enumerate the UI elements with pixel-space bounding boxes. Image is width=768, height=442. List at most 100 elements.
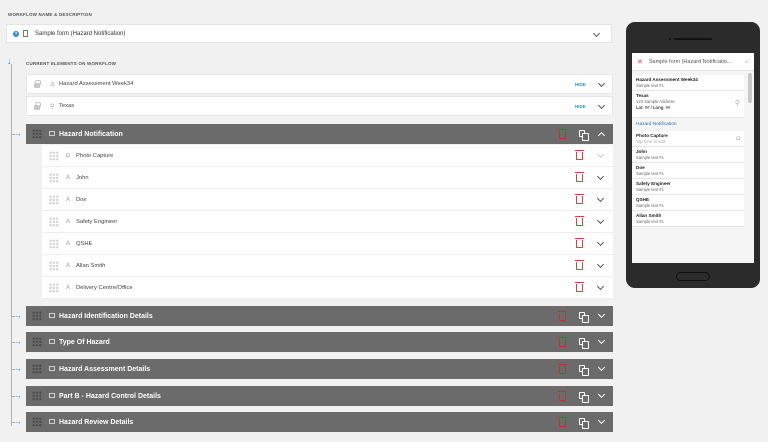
chevron-up-icon[interactable]	[597, 131, 606, 140]
chevron-down-icon[interactable]	[596, 260, 605, 269]
workflow-name: Sample form (Hazard Notification)	[35, 30, 126, 37]
chevron-down-icon[interactable]	[596, 194, 605, 203]
group-part-b[interactable]: Part B - Hazard Control Details	[26, 386, 613, 406]
delete-icon[interactable]	[575, 194, 584, 204]
field-row[interactable]: A Allan Smith	[42, 255, 613, 277]
chevron-down-icon[interactable]	[597, 310, 606, 319]
phone-screen: ✕ Sample form (Hazard Notificatio... ✓ H…	[632, 53, 754, 263]
copy-icon[interactable]	[579, 312, 589, 323]
delete-icon[interactable]	[558, 129, 567, 139]
group-title: Part B - Hazard Control Details	[59, 392, 161, 400]
copy-icon[interactable]	[579, 365, 589, 376]
group-hazard-notification[interactable]: Hazard Notification	[26, 124, 613, 144]
preview-item-title: John	[636, 149, 647, 154]
close-icon[interactable]: ✕	[637, 58, 643, 66]
chevron-down-icon[interactable]	[596, 150, 605, 159]
delete-icon[interactable]	[558, 417, 567, 427]
field-row[interactable]: A Safety Engineer	[42, 211, 613, 233]
chevron-down-icon[interactable]	[597, 101, 606, 110]
delete-icon[interactable]	[575, 172, 584, 182]
drag-handle-icon[interactable]	[32, 364, 42, 374]
delete-icon[interactable]	[558, 364, 567, 374]
preview-item[interactable]: Photo Capture Tap here to add ◘	[632, 131, 744, 147]
copy-icon[interactable]	[579, 418, 589, 429]
field-label: John	[76, 174, 89, 181]
group-hazard-identification[interactable]: Hazard Identification Details	[26, 306, 613, 326]
field-label: Delivery Centre/Office	[76, 284, 133, 291]
drag-handle-icon[interactable]	[49, 173, 59, 183]
workflow-section-label: WORKFLOW NAME & DESCRIPTION	[8, 12, 92, 17]
arrow-right-icon: →	[11, 129, 22, 138]
drag-handle-icon[interactable]	[49, 261, 59, 271]
arrow-right-icon: →	[11, 311, 22, 320]
delete-icon[interactable]	[575, 260, 584, 270]
group-title: Hazard Identification Details	[59, 312, 153, 320]
drag-handle-icon[interactable]	[49, 195, 59, 205]
delete-icon[interactable]	[575, 150, 584, 160]
delete-icon[interactable]	[558, 337, 567, 347]
copy-icon[interactable]	[579, 130, 589, 141]
copy-icon[interactable]	[579, 392, 589, 403]
chevron-down-icon[interactable]	[596, 216, 605, 225]
preview-item[interactable]: Texas 123 Sample Address Lat: ## / Long:…	[632, 91, 744, 118]
chevron-down-icon[interactable]	[596, 172, 605, 181]
delete-icon[interactable]	[558, 311, 567, 321]
delete-icon[interactable]	[575, 216, 584, 226]
drag-handle-icon[interactable]	[32, 129, 42, 139]
preview-item[interactable]: Safety Engineer Sample text #1	[632, 179, 744, 195]
preview-item-sub: Tap here to add	[636, 139, 666, 144]
workflow-name-field[interactable]: ? Sample form (Hazard Notification)	[6, 24, 612, 43]
field-row[interactable]: A John	[42, 167, 613, 189]
preview-item[interactable]: Allan Smith Sample text #1	[632, 211, 744, 227]
group-hazard-assessment[interactable]: Hazard Assessment Details	[26, 359, 613, 379]
delete-icon[interactable]	[575, 282, 584, 292]
delete-icon[interactable]	[558, 391, 567, 401]
check-icon[interactable]: ✓	[744, 58, 750, 66]
drag-handle-icon[interactable]	[32, 417, 42, 427]
preview-item-sub: 123 Sample Address	[636, 99, 675, 104]
drag-handle-icon[interactable]	[32, 391, 42, 401]
chevron-down-icon[interactable]	[596, 238, 605, 247]
chevron-down-icon[interactable]	[597, 390, 606, 399]
copy-icon[interactable]	[579, 338, 589, 349]
delete-icon[interactable]	[575, 238, 584, 248]
text-a-icon: A	[66, 174, 71, 181]
scrollbar[interactable]	[748, 73, 752, 103]
chevron-down-icon[interactable]	[597, 336, 606, 345]
preview-item[interactable]: Hazard Assessment Week34 Sample text #1	[632, 75, 744, 91]
group-icon	[49, 313, 55, 318]
chevron-down-icon[interactable]	[596, 282, 605, 291]
chevron-down-icon[interactable]	[597, 363, 606, 372]
field-row[interactable]: A Doe	[42, 189, 613, 211]
field-row[interactable]: ◘ Photo Capture	[42, 145, 613, 167]
text-a-icon: A	[66, 240, 71, 247]
preview-item-sub: Sample text #1	[636, 83, 664, 88]
chevron-down-icon[interactable]	[592, 29, 601, 38]
help-icon[interactable]: ?	[13, 30, 19, 37]
field-row[interactable]: A Delivery Centre/Office	[42, 277, 613, 299]
chevron-down-icon[interactable]	[597, 416, 606, 425]
drag-handle-icon[interactable]	[32, 337, 42, 347]
text-a-icon: A	[66, 218, 71, 225]
drag-handle-icon[interactable]	[49, 151, 59, 161]
hide-button[interactable]: HIDE	[575, 82, 586, 87]
camera-icon: ◘	[66, 152, 70, 159]
group-icon	[49, 419, 55, 424]
static-row-hazard-assessment[interactable]: ♙ Hazard Assessment Week34 HIDE	[26, 74, 613, 94]
drag-handle-icon[interactable]	[49, 217, 59, 227]
group-icon	[49, 339, 55, 344]
lock-icon	[34, 80, 41, 88]
field-row[interactable]: A QSHE	[42, 233, 613, 255]
group-type-of-hazard[interactable]: Type Of Hazard	[26, 332, 613, 352]
drag-handle-icon[interactable]	[49, 239, 59, 249]
drag-handle-icon[interactable]	[49, 283, 59, 293]
preview-item[interactable]: Doe Sample text #1	[632, 163, 744, 179]
chevron-down-icon[interactable]	[597, 79, 606, 88]
static-row-texas[interactable]: ⚲ Texas HIDE	[26, 96, 613, 116]
hide-button[interactable]: HIDE	[575, 104, 586, 109]
preview-item[interactable]: QSHE Sample text #1	[632, 195, 744, 211]
preview-item-sub: Sample text #1	[636, 155, 664, 160]
drag-handle-icon[interactable]	[32, 311, 42, 321]
group-hazard-review[interactable]: Hazard Review Details	[26, 412, 613, 432]
preview-item[interactable]: John Sample text #1	[632, 147, 744, 163]
